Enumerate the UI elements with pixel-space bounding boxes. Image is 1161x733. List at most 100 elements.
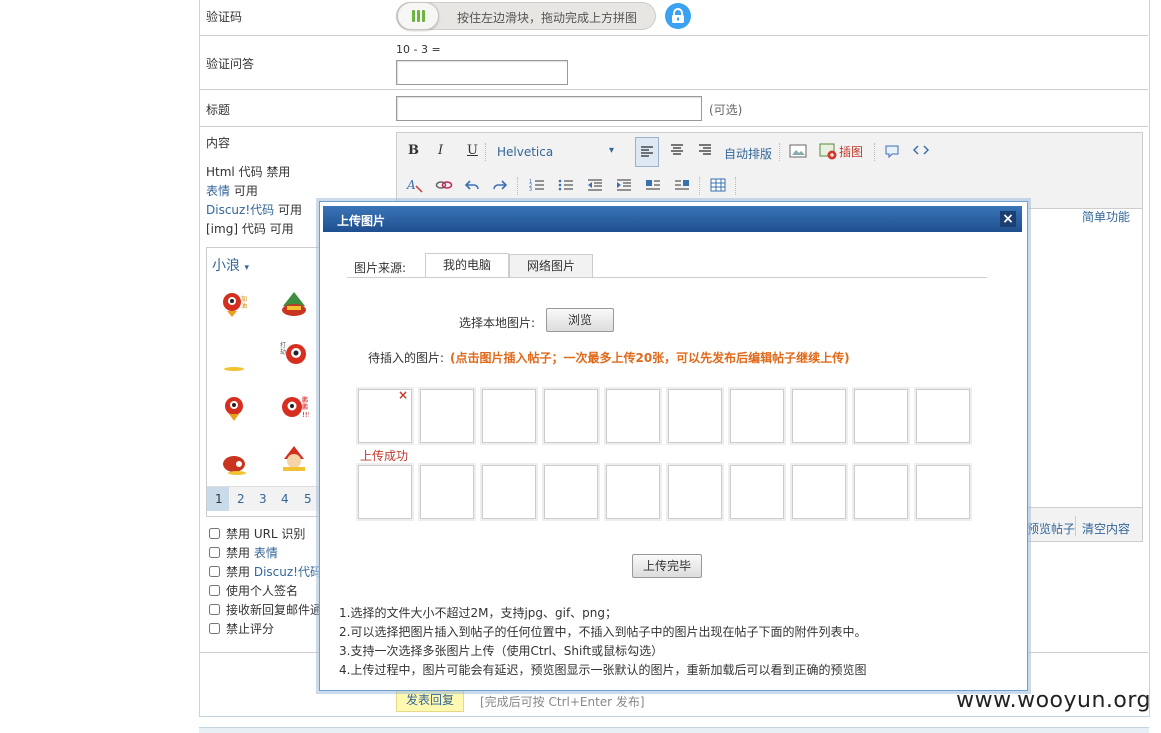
- image-slot[interactable]: [420, 465, 474, 519]
- table-icon[interactable]: [710, 178, 726, 192]
- image-slot[interactable]: [730, 465, 784, 519]
- image-slot[interactable]: [606, 389, 660, 443]
- option-email-notify[interactable]: 接收新回复邮件通知: [209, 601, 334, 618]
- submit-reply-button[interactable]: 发表回复: [396, 688, 464, 712]
- lock-icon: [665, 3, 691, 29]
- title-input[interactable]: [396, 96, 702, 121]
- image-slot[interactable]: [916, 465, 970, 519]
- option-disable-rating[interactable]: 禁止评分: [209, 620, 274, 637]
- unordered-list-icon[interactable]: [558, 178, 574, 192]
- checkbox[interactable]: [209, 566, 220, 577]
- pending-images-label: 待插入的图片:: [368, 351, 445, 365]
- indent-icon[interactable]: [616, 178, 632, 192]
- smiley-icon[interactable]: [279, 288, 309, 318]
- smiley-icon[interactable]: [219, 343, 249, 373]
- image-slot[interactable]: [668, 389, 722, 443]
- page-4[interactable]: 4: [281, 492, 289, 506]
- image-slot[interactable]: [606, 465, 660, 519]
- tab-underline: [347, 277, 987, 278]
- image-slot[interactable]: [916, 389, 970, 443]
- clear-content-link[interactable]: 清空内容: [1082, 520, 1130, 537]
- redo-icon[interactable]: [492, 178, 508, 192]
- underline-button[interactable]: U: [467, 143, 478, 158]
- smiley-icon[interactable]: 打劫: [279, 338, 309, 368]
- smiley-icon[interactable]: [219, 393, 249, 423]
- float-left-icon[interactable]: [645, 178, 661, 192]
- float-right-icon[interactable]: [674, 178, 690, 192]
- smiley-icon[interactable]: [279, 443, 309, 473]
- image-slot[interactable]: [358, 465, 412, 519]
- quote-icon[interactable]: [884, 143, 900, 159]
- upload-done-button[interactable]: 上传完毕: [632, 554, 702, 578]
- tab-my-computer[interactable]: 我的电脑: [425, 253, 509, 278]
- option-disable-url[interactable]: 禁用 URL 识别: [209, 525, 305, 542]
- checkbox[interactable]: [209, 528, 220, 539]
- chevron-down-icon[interactable]: ▾: [609, 145, 614, 156]
- discuz-link[interactable]: Discuz!代码: [206, 203, 274, 217]
- slider-handle[interactable]: [397, 2, 439, 30]
- image-slot[interactable]: [854, 389, 908, 443]
- captcha-slider[interactable]: 按住左边滑块，拖动完成上方拼图: [396, 2, 656, 30]
- answer-input[interactable]: [396, 60, 568, 85]
- option-use-signature[interactable]: 使用个人签名: [209, 582, 298, 599]
- smiley-pager: 1 2 3 4 5: [207, 486, 322, 511]
- page-1[interactable]: 1: [215, 492, 223, 506]
- remove-image-icon[interactable]: ×: [398, 388, 408, 402]
- image-slot[interactable]: [730, 389, 784, 443]
- insert-image-icon[interactable]: [819, 142, 837, 160]
- image-slot[interactable]: [668, 465, 722, 519]
- checkbox[interactable]: [209, 604, 220, 615]
- image-slot[interactable]: ×: [358, 388, 412, 443]
- align-right-icon[interactable]: [697, 141, 713, 157]
- question-label: 验证问答: [206, 57, 255, 71]
- align-left-button[interactable]: [635, 137, 659, 167]
- image-slot[interactable]: [482, 389, 536, 443]
- simple-mode-link[interactable]: 简单功能: [1082, 208, 1130, 225]
- checkbox[interactable]: [209, 585, 220, 596]
- browse-button[interactable]: 浏览: [546, 308, 614, 332]
- preview-link[interactable]: 预览帖子: [1027, 520, 1075, 537]
- smiley-icon[interactable]: [219, 446, 249, 476]
- outdent-icon[interactable]: [587, 178, 603, 192]
- separator: [874, 143, 876, 161]
- font-select[interactable]: Helvetica: [497, 145, 553, 159]
- image-slot[interactable]: [420, 389, 474, 443]
- page-2[interactable]: 2: [237, 492, 245, 506]
- bold-button[interactable]: B: [408, 143, 419, 158]
- checkbox[interactable]: [209, 623, 220, 634]
- code-icon[interactable]: [913, 143, 929, 157]
- undo-icon[interactable]: [464, 178, 480, 192]
- image-icon[interactable]: [789, 143, 807, 159]
- image-slot[interactable]: [544, 465, 598, 519]
- image-source-label: 图片来源:: [354, 261, 407, 275]
- smiley-icon[interactable]: 鹏鹏!!!: [279, 393, 310, 423]
- image-slot[interactable]: [854, 465, 908, 519]
- align-center-icon[interactable]: [669, 141, 685, 157]
- svg-text:油: 油: [241, 302, 247, 310]
- image-slot[interactable]: [482, 465, 536, 519]
- page-5[interactable]: 5: [304, 492, 312, 506]
- page-3[interactable]: 3: [259, 492, 267, 506]
- image-slot[interactable]: [792, 465, 846, 519]
- link-icon[interactable]: [435, 178, 453, 192]
- auto-layout-button[interactable]: 自动排版: [724, 145, 772, 162]
- insert-image-button[interactable]: 插图: [839, 143, 863, 160]
- divider: [200, 126, 1148, 127]
- clear-format-icon[interactable]: A: [406, 177, 424, 193]
- image-slot[interactable]: [544, 389, 598, 443]
- discuz-code-status: Discuz!代码 可用: [206, 203, 302, 217]
- smiley-link[interactable]: 表情: [206, 184, 230, 198]
- dialog-title-bar: 上传图片 ×: [323, 206, 1022, 232]
- ordered-list-icon[interactable]: 123: [529, 178, 545, 192]
- tab-web-image[interactable]: 网络图片: [509, 254, 593, 278]
- editor-toolbar: B I U Helvetica ▾ 自动排版 插图 A 123 简单功能: [397, 133, 1142, 224]
- smiley-category[interactable]: 小浪 ▾: [212, 255, 249, 275]
- option-disable-discuz[interactable]: 禁用 Discuz!代码: [209, 563, 322, 580]
- checkbox[interactable]: [209, 547, 220, 558]
- italic-button[interactable]: I: [438, 143, 443, 158]
- note-1: 1.选择的文件大小不超过2M，支持jpg、gif、png；: [339, 606, 618, 620]
- close-icon[interactable]: ×: [1000, 211, 1016, 227]
- smiley-icon[interactable]: 加油: [219, 288, 249, 318]
- image-slot[interactable]: [792, 389, 846, 443]
- option-disable-smiley[interactable]: 禁用 表情: [209, 544, 278, 561]
